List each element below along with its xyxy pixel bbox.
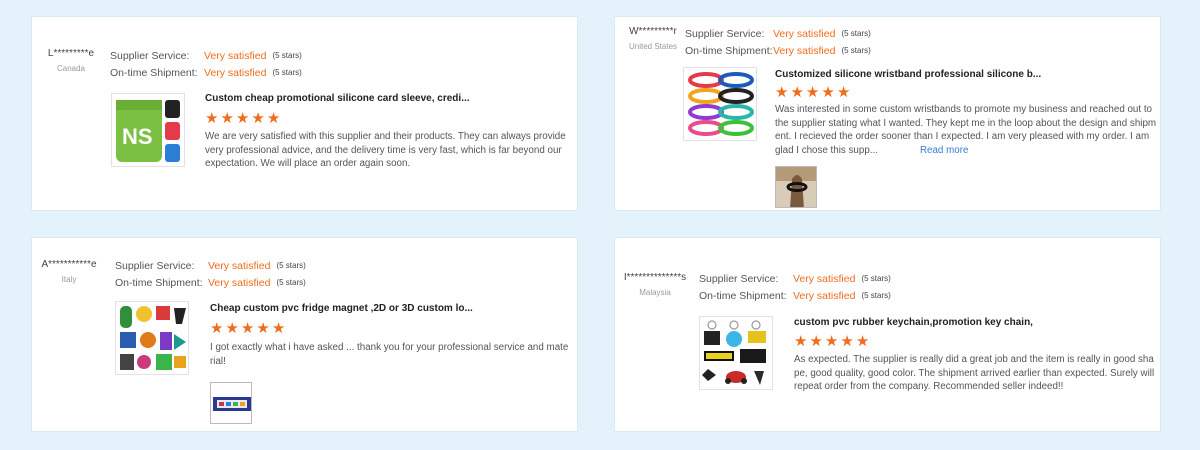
star-icon: ★: [775, 84, 789, 101]
shipment-value: Very satisfied: [773, 44, 836, 57]
product-title-link[interactable]: Customized silicone wristband profession…: [775, 69, 1041, 80]
buyer-info: L*********e Canada: [36, 48, 106, 73]
star-icon: ★: [256, 320, 270, 337]
star-icon: ★: [821, 84, 835, 101]
buyer-country: United States: [628, 42, 678, 51]
product-title-link[interactable]: custom pvc rubber keychain,promotion key…: [794, 317, 1033, 328]
star-icon: ★: [220, 110, 234, 127]
shipment-label: On-time Shipment:: [115, 276, 203, 289]
rating-summary: Supplier Service: Very satisfied (5 star…: [115, 257, 306, 291]
star-icon: ★: [855, 333, 870, 350]
star-icon: ★: [225, 320, 239, 337]
supplier-service-value: Very satisfied: [773, 27, 836, 40]
buyer-photo-magnet-icon[interactable]: [210, 382, 252, 424]
supplier-service-row: Supplier Service: Very satisfied (5 star…: [115, 257, 306, 274]
supplier-service-row: Supplier Service: Very satisfied (5 star…: [685, 25, 871, 42]
silicone-wristband-product-icon[interactable]: [683, 67, 757, 141]
shipment-row: On-time Shipment: Very satisfied (5 star…: [115, 274, 306, 291]
pvc-fridge-magnet-product-icon[interactable]: [115, 301, 189, 375]
buyer-name: A***********e: [41, 259, 97, 270]
review-card: L*********e Canada Supplier Service: Ver…: [31, 16, 578, 211]
supplier-service-stars: (5 stars): [276, 261, 306, 270]
supplier-service-label: Supplier Service:: [110, 49, 190, 62]
rating-summary: Supplier Service: Very satisfied (5 star…: [110, 47, 302, 81]
star-icon: ★: [809, 333, 823, 350]
shipment-label: On-time Shipment:: [699, 289, 787, 302]
review-card: I**************s Malaysia Supplier Servi…: [614, 237, 1161, 432]
shipment-value: Very satisfied: [204, 66, 267, 79]
shipment-value: Very satisfied: [793, 289, 856, 302]
star-icon: ★: [210, 320, 224, 337]
review-text: As expected. The supplier is really did …: [794, 354, 1155, 392]
star-icon: ★: [836, 84, 851, 101]
star-icon: ★: [235, 110, 250, 127]
product-title-link[interactable]: Custom cheap promotional silicone card s…: [205, 93, 470, 104]
supplier-service-stars: (5 stars): [841, 29, 871, 38]
review-star-rating: ★ ★ ★ ★ ★: [794, 334, 869, 349]
buyer-name: W*********r: [629, 26, 677, 37]
shipment-label: On-time Shipment:: [110, 66, 198, 79]
review-star-rating: ★ ★ ★ ★ ★: [210, 321, 285, 336]
review-text: Was interested in some custom wristbands…: [775, 103, 1157, 157]
supplier-service-label: Supplier Service:: [699, 272, 779, 285]
star-icon: ★: [794, 333, 808, 350]
supplier-service-label: Supplier Service:: [115, 259, 195, 272]
buyer-photo-wristband-icon[interactable]: [775, 166, 817, 208]
shipment-stars: (5 stars): [272, 68, 302, 77]
product-title-link[interactable]: Cheap custom pvc fridge magnet ,2D or 3D…: [210, 303, 473, 314]
silicone-card-sleeve-product-icon[interactable]: NS: [111, 93, 185, 167]
shipment-row: On-time Shipment: Very satisfied (5 star…: [699, 287, 891, 304]
review-text: I got exactly what i have asked ... than…: [210, 342, 569, 367]
shipment-stars: (5 stars): [276, 278, 306, 287]
read-more-link[interactable]: Read more: [920, 145, 968, 156]
buyer-info: W*********r United States: [618, 26, 688, 51]
review-text: We are very satisfied with this supplier…: [205, 131, 566, 169]
shipment-label: On-time Shipment:: [685, 44, 773, 57]
shipment-stars: (5 stars): [861, 291, 891, 300]
buyer-info: I**************s Malaysia: [617, 272, 693, 297]
review-card: W*********r United States Supplier Servi…: [614, 16, 1161, 211]
shipment-row: On-time Shipment: Very satisfied (5 star…: [110, 64, 302, 81]
review-star-rating: ★ ★ ★ ★ ★: [775, 85, 850, 100]
star-icon: ★: [824, 333, 839, 350]
supplier-service-value: Very satisfied: [793, 272, 856, 285]
star-icon: ★: [266, 110, 281, 127]
buyer-country: Malaysia: [639, 288, 671, 297]
star-icon: ★: [805, 84, 820, 101]
supplier-service-label: Supplier Service:: [685, 27, 765, 40]
star-icon: ★: [840, 333, 854, 350]
star-icon: ★: [205, 110, 219, 127]
supplier-service-row: Supplier Service: Very satisfied (5 star…: [110, 47, 302, 64]
rating-summary: Supplier Service: Very satisfied (5 star…: [685, 25, 871, 59]
supplier-service-stars: (5 stars): [272, 51, 302, 60]
shipment-value: Very satisfied: [208, 276, 271, 289]
star-icon: ★: [271, 320, 286, 337]
review-star-rating: ★ ★ ★ ★ ★: [205, 111, 280, 126]
star-icon: ★: [251, 110, 265, 127]
buyer-info: A***********e Italy: [34, 259, 104, 284]
buyer-name: L*********e: [47, 48, 95, 59]
supplier-service-stars: (5 stars): [861, 274, 891, 283]
supplier-service-value: Very satisfied: [208, 259, 271, 272]
star-icon: ★: [240, 320, 255, 337]
rating-summary: Supplier Service: Very satisfied (5 star…: [699, 270, 891, 304]
shipment-stars: (5 stars): [841, 46, 871, 55]
svg-text:NS: NS: [122, 124, 153, 149]
star-icon: ★: [790, 84, 804, 101]
supplier-service-value: Very satisfied: [204, 49, 267, 62]
buyer-country: Canada: [56, 64, 86, 73]
shipment-row: On-time Shipment: Very satisfied (5 star…: [685, 42, 871, 59]
review-card: A***********e Italy Supplier Service: Ve…: [31, 237, 578, 432]
pvc-keychain-product-icon[interactable]: [699, 316, 773, 390]
supplier-service-row: Supplier Service: Very satisfied (5 star…: [699, 270, 891, 287]
buyer-country: Italy: [61, 275, 77, 284]
buyer-name: I**************s: [623, 272, 687, 283]
